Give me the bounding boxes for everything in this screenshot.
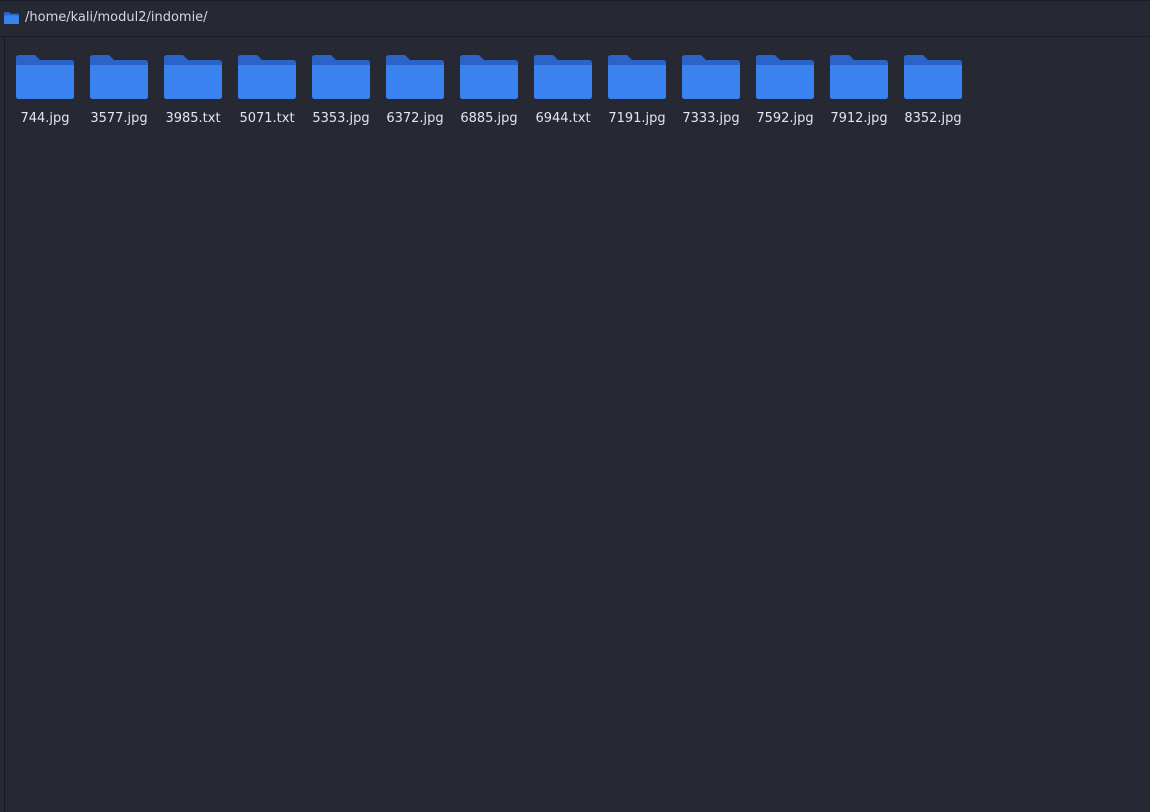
file-item[interactable]: 6885.jpg (452, 53, 526, 135)
location-path[interactable]: /home/kali/modul2/indomie/ (25, 10, 208, 26)
file-item[interactable]: 8352.jpg (896, 53, 970, 135)
file-view[interactable]: 744.jpg 3577.jpg 3985.txt 5071.txt 5353.… (0, 38, 1150, 812)
file-item[interactable]: 6372.jpg (378, 53, 452, 135)
file-item[interactable]: 6944.txt (526, 53, 600, 135)
file-item-label: 6885.jpg (460, 111, 518, 126)
folder-icon (164, 55, 222, 99)
location-bar[interactable]: /home/kali/modul2/indomie/ (0, 2, 1150, 37)
file-item-label: 6944.txt (535, 111, 591, 126)
folder-icon (460, 55, 518, 99)
file-grid: 744.jpg 3577.jpg 3985.txt 5071.txt 5353.… (8, 53, 970, 135)
file-item-label: 744.jpg (20, 111, 70, 126)
file-item-label: 5353.jpg (312, 111, 370, 126)
folder-icon (238, 55, 296, 99)
file-item[interactable]: 7333.jpg (674, 53, 748, 135)
folder-icon (386, 55, 444, 99)
file-item[interactable]: 7912.jpg (822, 53, 896, 135)
file-item-label: 7912.jpg (830, 111, 888, 126)
file-manager-window: /home/kali/modul2/indomie/ 744.jpg 3577.… (0, 0, 1150, 812)
folder-icon (4, 12, 19, 24)
folder-icon (756, 55, 814, 99)
file-item-label: 5071.txt (239, 111, 295, 126)
folder-icon (608, 55, 666, 99)
file-item[interactable]: 5071.txt (230, 53, 304, 135)
file-item[interactable]: 7191.jpg (600, 53, 674, 135)
file-item-label: 7592.jpg (756, 111, 814, 126)
folder-icon (904, 55, 962, 99)
folder-icon (534, 55, 592, 99)
file-item[interactable]: 3577.jpg (82, 53, 156, 135)
file-item-label: 7333.jpg (682, 111, 740, 126)
folder-icon (16, 55, 74, 99)
file-item-label: 8352.jpg (904, 111, 962, 126)
file-item-label: 6372.jpg (386, 111, 444, 126)
file-item-label: 3985.txt (165, 111, 221, 126)
folder-icon (830, 55, 888, 99)
file-item-label: 7191.jpg (608, 111, 666, 126)
file-item[interactable]: 3985.txt (156, 53, 230, 135)
file-item[interactable]: 7592.jpg (748, 53, 822, 135)
file-item[interactable]: 5353.jpg (304, 53, 378, 135)
file-item-label: 3577.jpg (90, 111, 148, 126)
file-item[interactable]: 744.jpg (8, 53, 82, 135)
folder-icon (312, 55, 370, 99)
folder-icon (90, 55, 148, 99)
pane-divider (4, 38, 5, 812)
folder-icon (682, 55, 740, 99)
